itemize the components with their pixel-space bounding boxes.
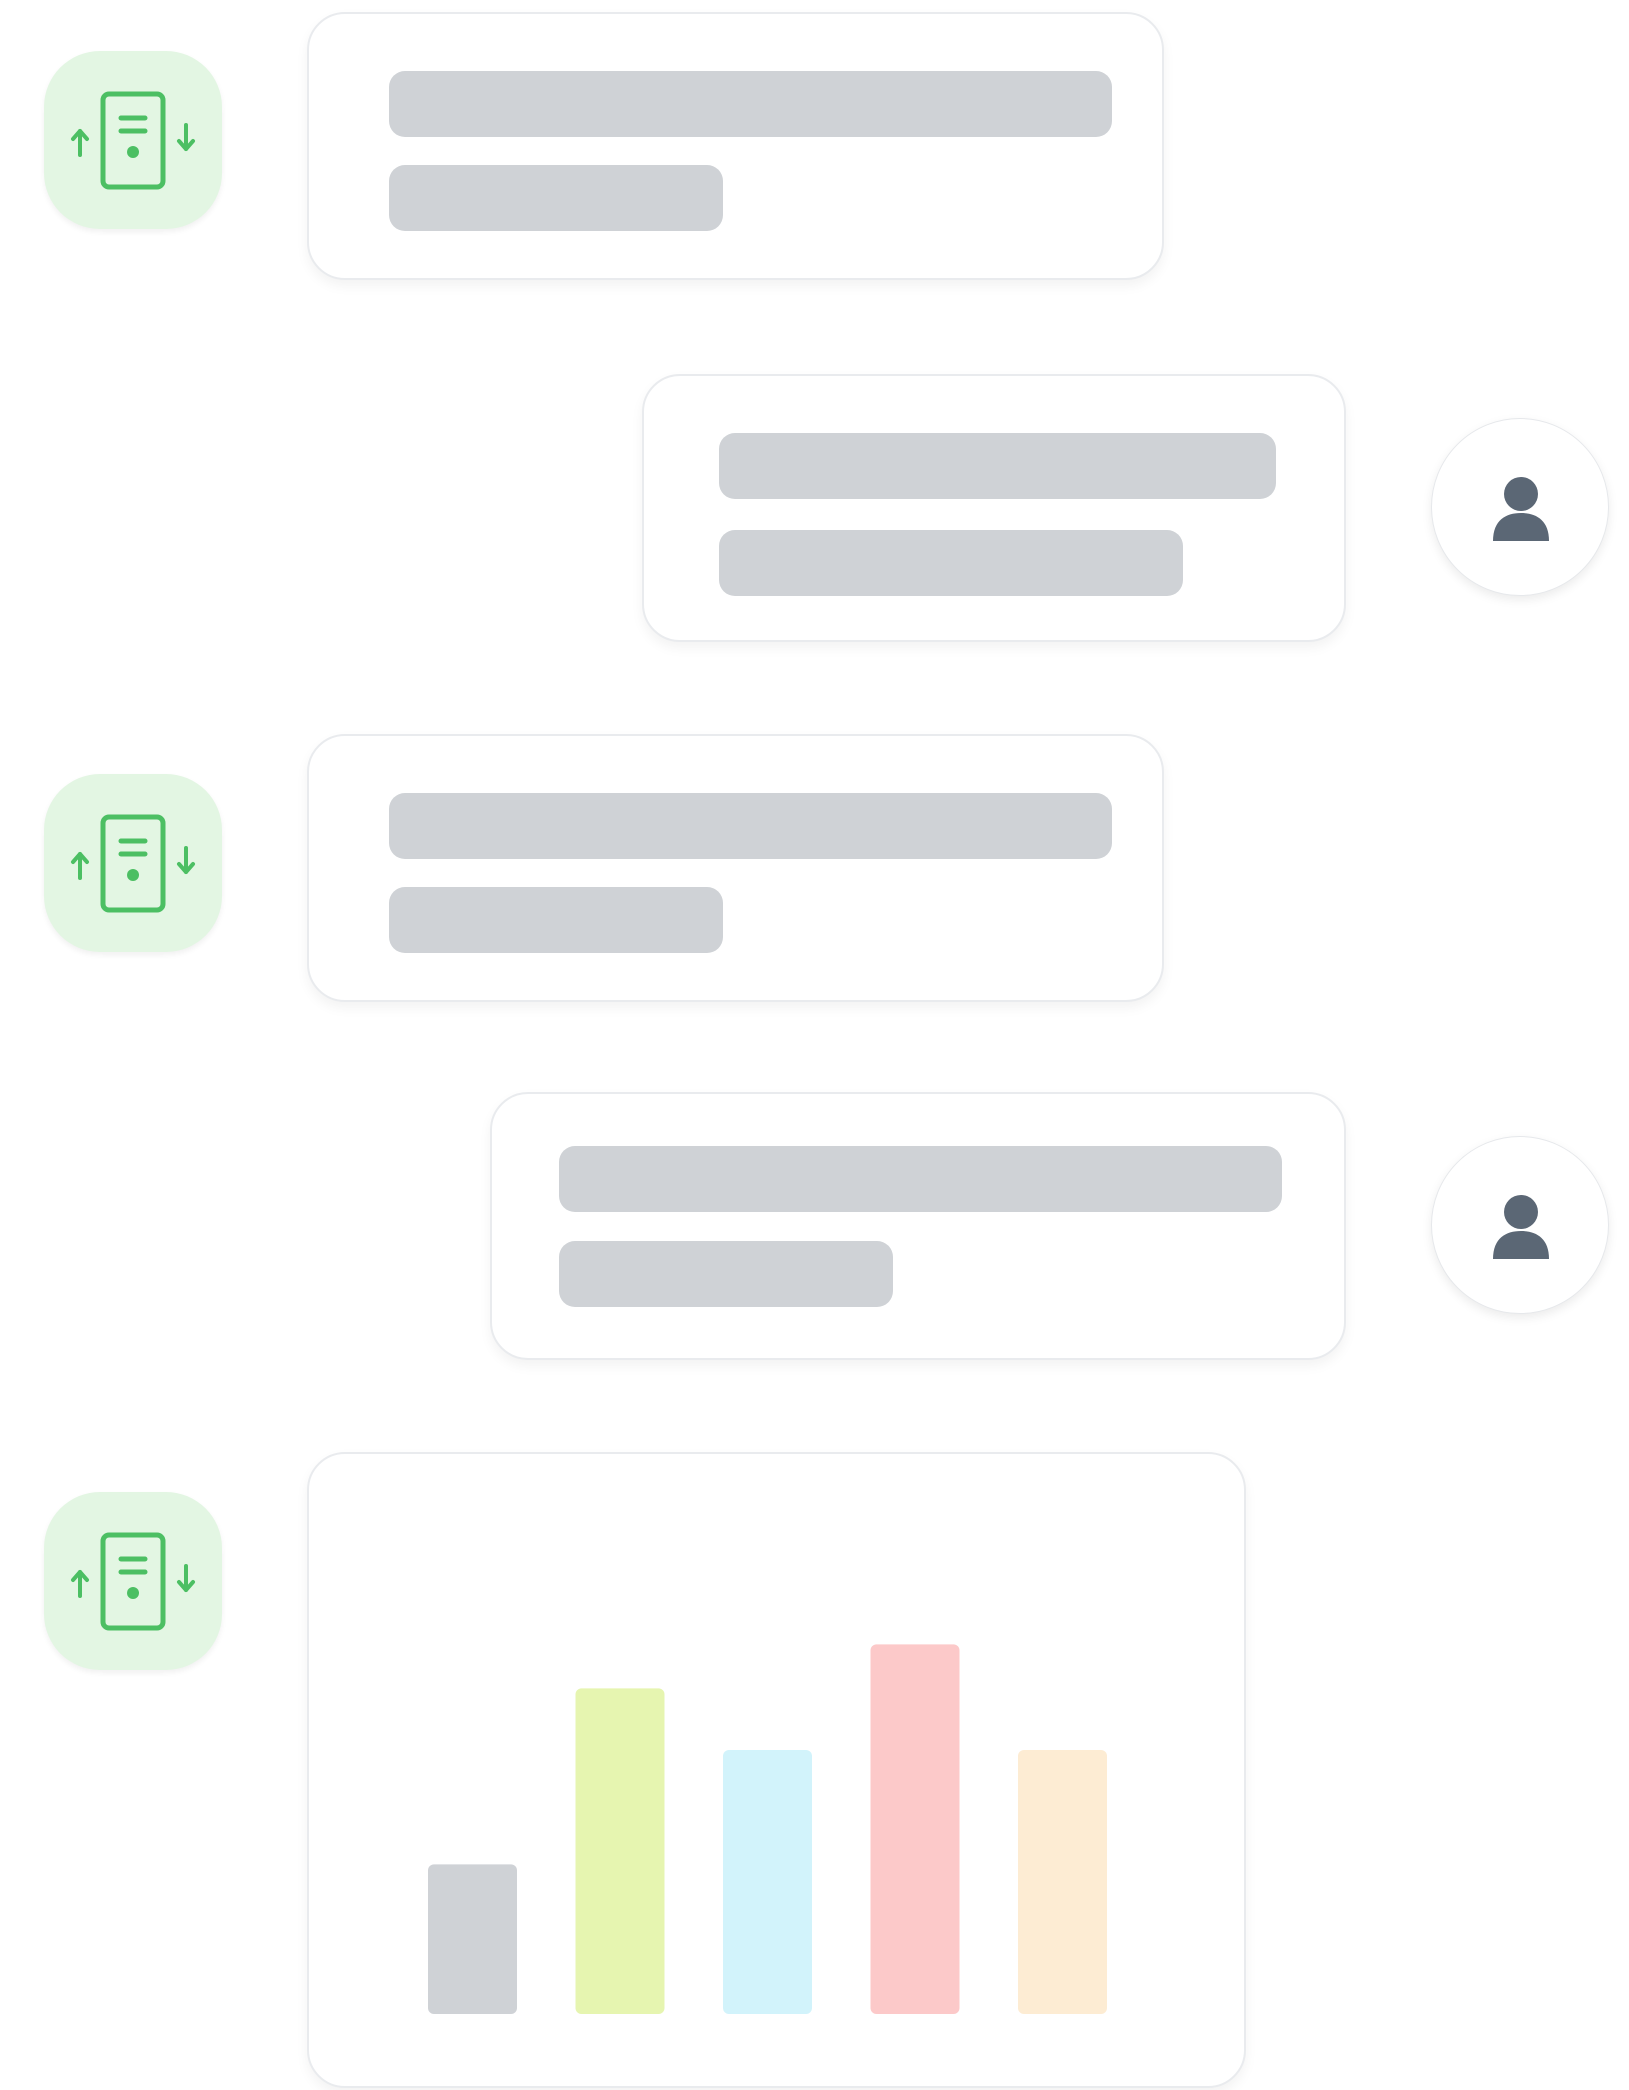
chart-bar — [575, 1688, 665, 2014]
bot-avatar — [44, 1492, 222, 1670]
text-line-placeholder — [559, 1146, 1282, 1212]
text-line-placeholder — [389, 793, 1112, 859]
chart-bar — [870, 1644, 960, 2014]
text-line-placeholder — [719, 530, 1183, 596]
text-line-placeholder — [389, 887, 723, 953]
chart-bar — [1018, 1750, 1107, 2014]
user-message-bubble — [490, 1092, 1346, 1360]
bot-avatar — [44, 774, 222, 952]
text-line-placeholder — [389, 71, 1112, 137]
text-line-placeholder — [389, 165, 723, 231]
bar-chart — [428, 1644, 1107, 2014]
person-icon — [1493, 477, 1549, 541]
user-avatar — [1431, 418, 1609, 596]
user-message-bubble — [642, 374, 1346, 642]
text-line-placeholder — [559, 1241, 893, 1307]
chart-bar — [723, 1750, 812, 2014]
text-line-placeholder — [719, 433, 1276, 499]
bot-message-bubble — [307, 12, 1164, 280]
user-avatar — [1431, 1136, 1609, 1314]
device-sync-icon — [71, 814, 195, 913]
device-sync-icon — [71, 1532, 195, 1631]
device-sync-icon — [71, 91, 195, 190]
bot-avatar — [44, 51, 222, 229]
bot-message-bubble — [307, 734, 1164, 1002]
person-icon — [1493, 1195, 1549, 1259]
bot-chart-bubble — [307, 1452, 1246, 2088]
chart-bar — [428, 1864, 517, 2014]
